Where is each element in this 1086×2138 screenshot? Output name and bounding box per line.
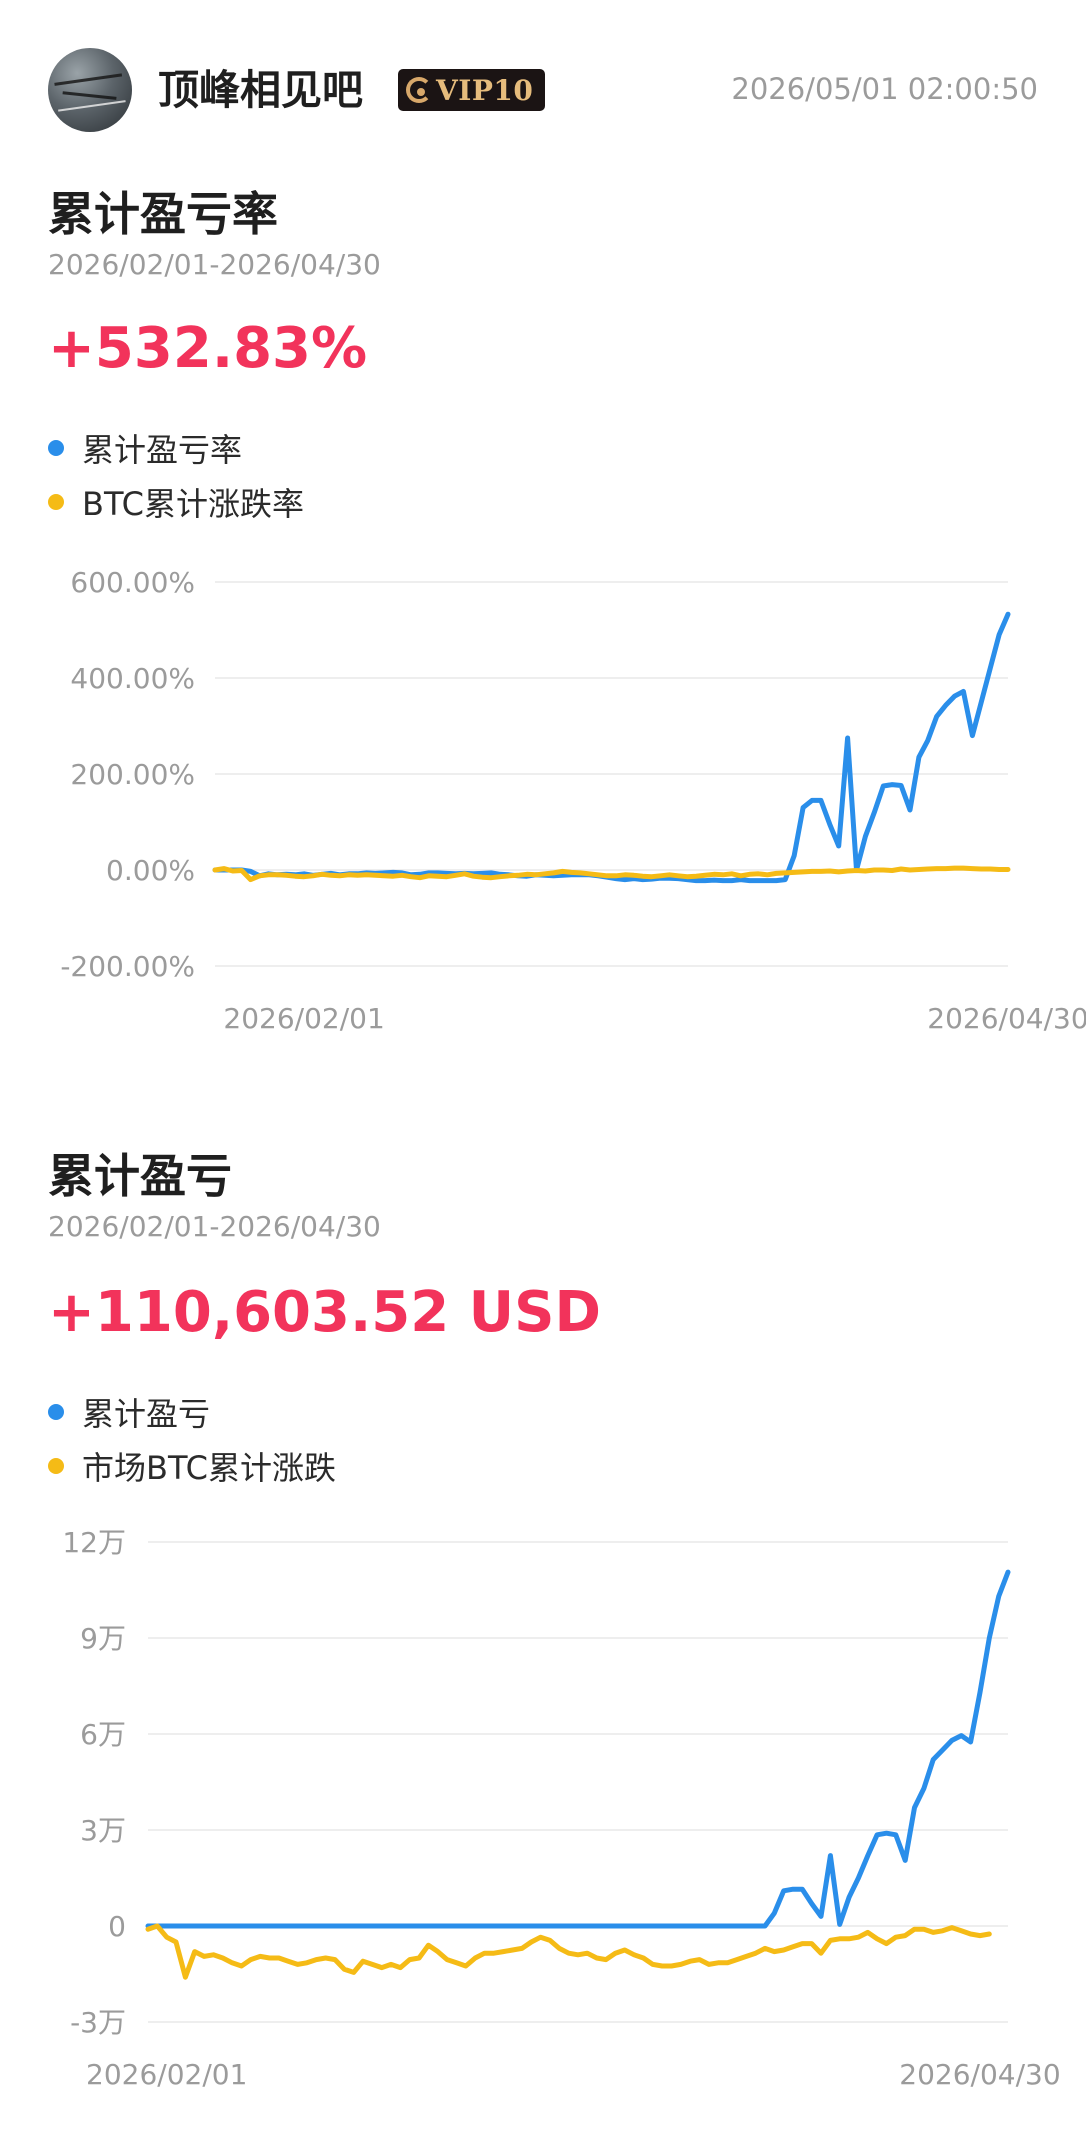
legend-label: 累计盈亏率 — [82, 431, 243, 469]
legend-dot-icon — [48, 1458, 64, 1474]
profile-header: 顶峰相见吧 VIP10 2026/05/01 02:00:50 — [48, 48, 1038, 132]
series-line-pnl — [145, 1569, 1011, 1929]
grid — [148, 1541, 1008, 2023]
legend-label: 累计盈亏 — [82, 1395, 211, 1433]
avatar[interactable] — [48, 48, 132, 132]
series-line-pnl — [212, 611, 1011, 884]
pnl-value: +110,603.52 USD — [48, 1280, 601, 1345]
timestamp: 2026/05/01 02:00:50 — [731, 72, 1038, 106]
y-tick-label: 200.00% — [70, 758, 195, 791]
x-tick-label: 2026/02/01 — [223, 1002, 384, 1035]
grid — [215, 581, 1008, 967]
page: 顶峰相见吧 VIP10 2026/05/01 02:00:50 累计盈亏率 20… — [0, 0, 1086, 2138]
y-axis: 600.00% 400.00% 200.00% 0.00% -200.00% — [60, 566, 195, 983]
y-tick-label: -3万 — [70, 2006, 126, 2039]
date-range-pnl: 2026/02/01-2026/04/30 — [48, 1210, 381, 1243]
vip-crown-icon — [406, 77, 432, 103]
y-tick-label: 12万 — [62, 1526, 126, 1559]
y-tick-label: -200.00% — [60, 950, 195, 983]
y-axis: 12万 9万 6万 3万 0 -3万 — [62, 1526, 126, 2039]
vip-badge: VIP10 — [398, 69, 546, 111]
legend-item-pnl-rate[interactable]: 累计盈亏率 — [48, 425, 242, 471]
y-tick-label: 9万 — [80, 1622, 126, 1655]
legend-dot-icon — [48, 440, 64, 456]
legend-dot-icon — [48, 1404, 64, 1420]
pnl-rate-chart[interactable]: 600.00% 400.00% 200.00% 0.00% -200.00% 2026/0… — [0, 550, 1086, 1050]
y-tick-label: 0.00% — [106, 854, 195, 887]
y-tick-label: 6万 — [80, 1718, 126, 1751]
legend-item-btc[interactable]: 市场BTC累计涨跌 — [48, 1443, 336, 1489]
y-tick-label: 0 — [108, 1910, 126, 1943]
x-axis: 2026/02/01 2026/04/30 — [223, 1002, 1086, 1035]
section-title-pnl: 累计盈亏 — [48, 1149, 232, 1203]
legend-item-btc-rate[interactable]: BTC累计涨跌率 — [48, 479, 304, 525]
series-line-btc — [145, 1923, 992, 1980]
x-tick-label: 2026/04/30 — [927, 1002, 1086, 1035]
y-tick-label: 600.00% — [70, 566, 195, 599]
legend-label: 市场BTC累计涨跌 — [82, 1449, 336, 1487]
date-range-pnl-rate: 2026/02/01-2026/04/30 — [48, 248, 381, 281]
legend-dot-icon — [48, 494, 64, 510]
x-tick-label: 2026/02/01 — [86, 2058, 247, 2091]
pnl-rate-value: +532.83% — [48, 316, 368, 381]
x-tick-label: 2026/04/30 — [899, 2058, 1060, 2091]
y-tick-label: 400.00% — [70, 662, 195, 695]
x-axis: 2026/02/01 2026/04/30 — [86, 2058, 1061, 2091]
legend-item-pnl[interactable]: 累计盈亏 — [48, 1389, 210, 1435]
y-tick-label: 3万 — [80, 1814, 126, 1847]
username: 顶峰相见吧 — [158, 66, 363, 114]
legend-label: BTC累计涨跌率 — [82, 485, 304, 523]
vip-level-text: VIP10 — [436, 73, 534, 107]
section-title-pnl-rate: 累计盈亏率 — [48, 187, 278, 241]
pnl-chart[interactable]: 12万 9万 6万 3万 0 -3万 2026/02/01 2026/04/30 — [0, 1510, 1086, 2110]
